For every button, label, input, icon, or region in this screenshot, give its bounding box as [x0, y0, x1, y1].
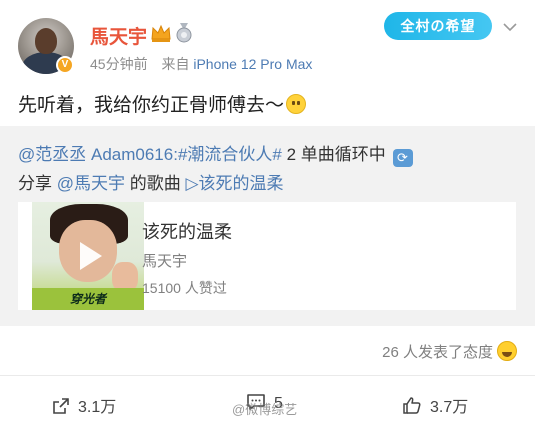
- song-link[interactable]: ▷该死的温柔: [185, 174, 283, 193]
- crown-icon: [151, 24, 171, 42]
- share-mention[interactable]: @馬天宇: [57, 174, 125, 193]
- thumbs-up-icon: [403, 397, 421, 414]
- post-device[interactable]: iPhone 12 Pro Max: [193, 56, 312, 72]
- loop-icon: ⟳: [392, 149, 413, 167]
- verified-badge-icon: V: [56, 56, 74, 74]
- repost-card[interactable]: @范丞丞 Adam0616:#潮流合伙人# 2 单曲循环中 ⟳ 分享 @馬天宇 …: [0, 126, 535, 326]
- smile-emoji-icon: [286, 94, 307, 114]
- watermark: @微博综艺: [232, 402, 298, 417]
- album-cover[interactable]: 穿光者: [32, 202, 144, 310]
- repost-mention[interactable]: @范丞丞 Adam0616:: [18, 145, 178, 164]
- album-title-text: 穿光者: [70, 292, 107, 306]
- laugh-emoji-icon: [497, 341, 517, 361]
- song-artist: 馬天宇: [142, 253, 188, 270]
- post-text-content: 先听着，我给你约正骨师傅去～: [18, 95, 285, 116]
- avatar-face: [35, 28, 57, 54]
- play-icon[interactable]: [80, 242, 102, 270]
- music-card[interactable]: 穿光者 该死的温柔 馬天宇 15100 人赞过: [18, 202, 516, 310]
- repost-line: @范丞丞 Adam0616:#潮流合伙人# 2 单曲循环中 ⟳: [18, 140, 413, 167]
- medal-icon: [176, 23, 192, 43]
- reactions-summary[interactable]: 26 人发表了态度: [382, 341, 517, 362]
- repost-line-rest: 2 单曲循环中: [281, 145, 386, 164]
- reactions-text: 26 人发表了态度: [382, 344, 493, 361]
- share-line: 分享 @馬天宇 的歌曲 ▷该死的温柔: [18, 169, 284, 194]
- share-icon: [53, 398, 69, 414]
- share-mid: 的歌曲: [125, 174, 186, 193]
- song-title[interactable]: 该死的温柔: [142, 218, 232, 244]
- like-button[interactable]: 3.7万: [402, 393, 468, 417]
- like-count: 3.7万: [430, 399, 469, 416]
- source-prefix: 来自: [161, 56, 190, 72]
- post-time: 45分钟前: [90, 56, 148, 72]
- forward-button[interactable]: 3.1万: [52, 393, 116, 417]
- fan-title-badge: 全村の希望: [384, 12, 492, 40]
- forward-count: 3.1万: [78, 399, 117, 416]
- divider: [0, 375, 535, 376]
- chevron-down-icon[interactable]: [502, 20, 518, 34]
- author-name[interactable]: 馬天宇: [90, 22, 147, 49]
- post-meta: 45分钟前 来自 iPhone 12 Pro Max: [90, 54, 312, 74]
- post-header: V 馬天宇 全村の希望 45分钟前 来自 iPhone 12 Pro Max: [0, 0, 535, 86]
- post-text: 先听着，我给你约正骨师傅去～: [18, 90, 307, 117]
- share-prefix: 分享: [18, 174, 52, 193]
- repost-hashtag[interactable]: #潮流合伙人#: [178, 145, 282, 164]
- song-likes: 15100 人赞过: [142, 280, 227, 296]
